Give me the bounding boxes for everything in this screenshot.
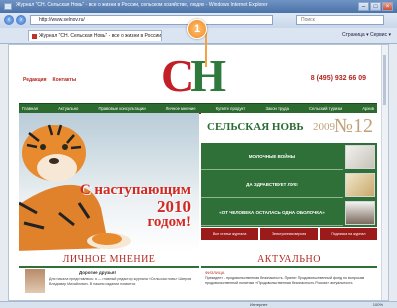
search-input[interactable]: Поиск: [296, 15, 384, 25]
link-contacts[interactable]: Контакты: [53, 77, 77, 83]
opinion-heading[interactable]: Дорогие друзья!: [79, 270, 116, 275]
link-editorial[interactable]: Редакция: [23, 77, 47, 83]
news-text[interactable]: Президент - продовольственная безопаснос…: [205, 276, 375, 285]
back-arrow-icon[interactable]: ‹: [4, 15, 14, 25]
editor-photo: [25, 269, 45, 293]
opinion-title: ЛИЧНОЕ МНЕНИЕ: [19, 253, 199, 268]
window-titlebar: Журнал "СН. Сельская Новь" - все о жизни…: [0, 0, 397, 13]
ie-window-icon: [4, 3, 12, 10]
teaser-item[interactable]: «ОТ ЧЕЛОВЕКА ОСТАЛАСЬ ОДНА ОБОЛОЧКА»: [201, 199, 343, 226]
site-favicon-icon: [32, 34, 37, 39]
opinion-section: ЛИЧНОЕ МНЕНИЕ Дорогие друзья! Для начала…: [19, 253, 199, 295]
teaser-thumbnail[interactable]: [345, 145, 375, 169]
opinion-text: Для начала представлюсь: я — главный ред…: [49, 277, 192, 286]
issue-number: №12: [333, 115, 373, 137]
minimize-button[interactable]: –: [358, 2, 369, 11]
issue-header: СЕЛЬСКАЯ НОВЬ 2009 №12: [201, 113, 377, 144]
hero-greeting: С наступающим 2010 годом!: [79, 182, 191, 230]
window-title: Журнал "СН. Сельская Новь" - все о жизни…: [16, 2, 268, 8]
vertical-scrollbar[interactable]: [381, 45, 388, 300]
teaser-item[interactable]: МОЛОЧНЫЕ ВОЙНЫ: [201, 143, 343, 170]
callout-badge: 1: [187, 19, 207, 39]
issue-teasers: МОЛОЧНЫЕ ВОЙНЫ ДА ЗДРАВСТВУЕТ ЛУК! «ОТ Ч…: [201, 143, 377, 227]
subscribe-button[interactable]: Подписка на журнал: [319, 228, 377, 240]
teaser-thumbnail[interactable]: [345, 201, 375, 225]
tab-label: Журнал "СН. Сельская Новь" - все о жизни…: [39, 33, 162, 39]
issue-buttons: Все статьи журнала Электронная версия По…: [201, 228, 377, 240]
zoom-level[interactable]: 100%: [373, 302, 383, 308]
news-tag: ФИЗЛИЦА: [205, 270, 225, 275]
menu-item-home[interactable]: Главная: [22, 104, 38, 113]
e-version-button[interactable]: Электронная версия: [260, 228, 318, 240]
scrollbar-thumb[interactable]: [383, 55, 386, 105]
new-year-banner[interactable]: С наступающим 2010 годом!: [19, 113, 199, 251]
actual-section: АКТУАЛЬНО ФИЗЛИЦА Президент - продовольс…: [201, 253, 377, 295]
teaser-item[interactable]: ДА ЗДРАВСТВУЕТ ЛУК!: [201, 171, 343, 198]
address-input[interactable]: http://www.selnov.ru/: [30, 15, 273, 25]
teaser-thumbnail[interactable]: [345, 173, 375, 197]
all-articles-button[interactable]: Все статьи журнала: [201, 228, 259, 240]
top-links: Редакция Контакты: [23, 77, 76, 83]
tab-selnov[interactable]: Журнал "СН. Сельская Новь" - все о жизни…: [28, 30, 162, 41]
menu-item-archive[interactable]: Архив: [362, 104, 374, 113]
security-zone: Интернет: [250, 302, 268, 307]
menu-item-buy[interactable]: Купите продукт: [216, 104, 246, 113]
close-button[interactable]: ×: [382, 2, 393, 11]
page-viewport: Редакция Контакты СН 8 (495) 932 66 09 Г…: [8, 44, 389, 301]
menu-item-actual[interactable]: Актуально: [58, 104, 78, 113]
issue-title: СЕЛЬСКАЯ НОВЬ: [207, 121, 304, 133]
menu-item-labor[interactable]: Закон труда: [265, 104, 288, 113]
menu-item-tourism[interactable]: Сельский туризм: [309, 104, 342, 113]
issue-year: 2009: [313, 121, 335, 133]
site-logo[interactable]: СН: [161, 53, 226, 99]
forward-arrow-icon[interactable]: ›: [16, 15, 26, 25]
maximize-button[interactable]: □: [370, 2, 381, 11]
command-bar[interactable]: Страница ▾ Сервис ▾: [342, 32, 391, 38]
menu-item-opinion[interactable]: Личное мнение: [166, 104, 196, 113]
phone-number: 8 (495) 932 66 09: [310, 75, 366, 82]
actual-title: АКТУАЛЬНО: [201, 253, 377, 268]
window-controls: – □ ×: [358, 2, 393, 11]
menu-item-legal[interactable]: Правовые консультации: [98, 104, 145, 113]
